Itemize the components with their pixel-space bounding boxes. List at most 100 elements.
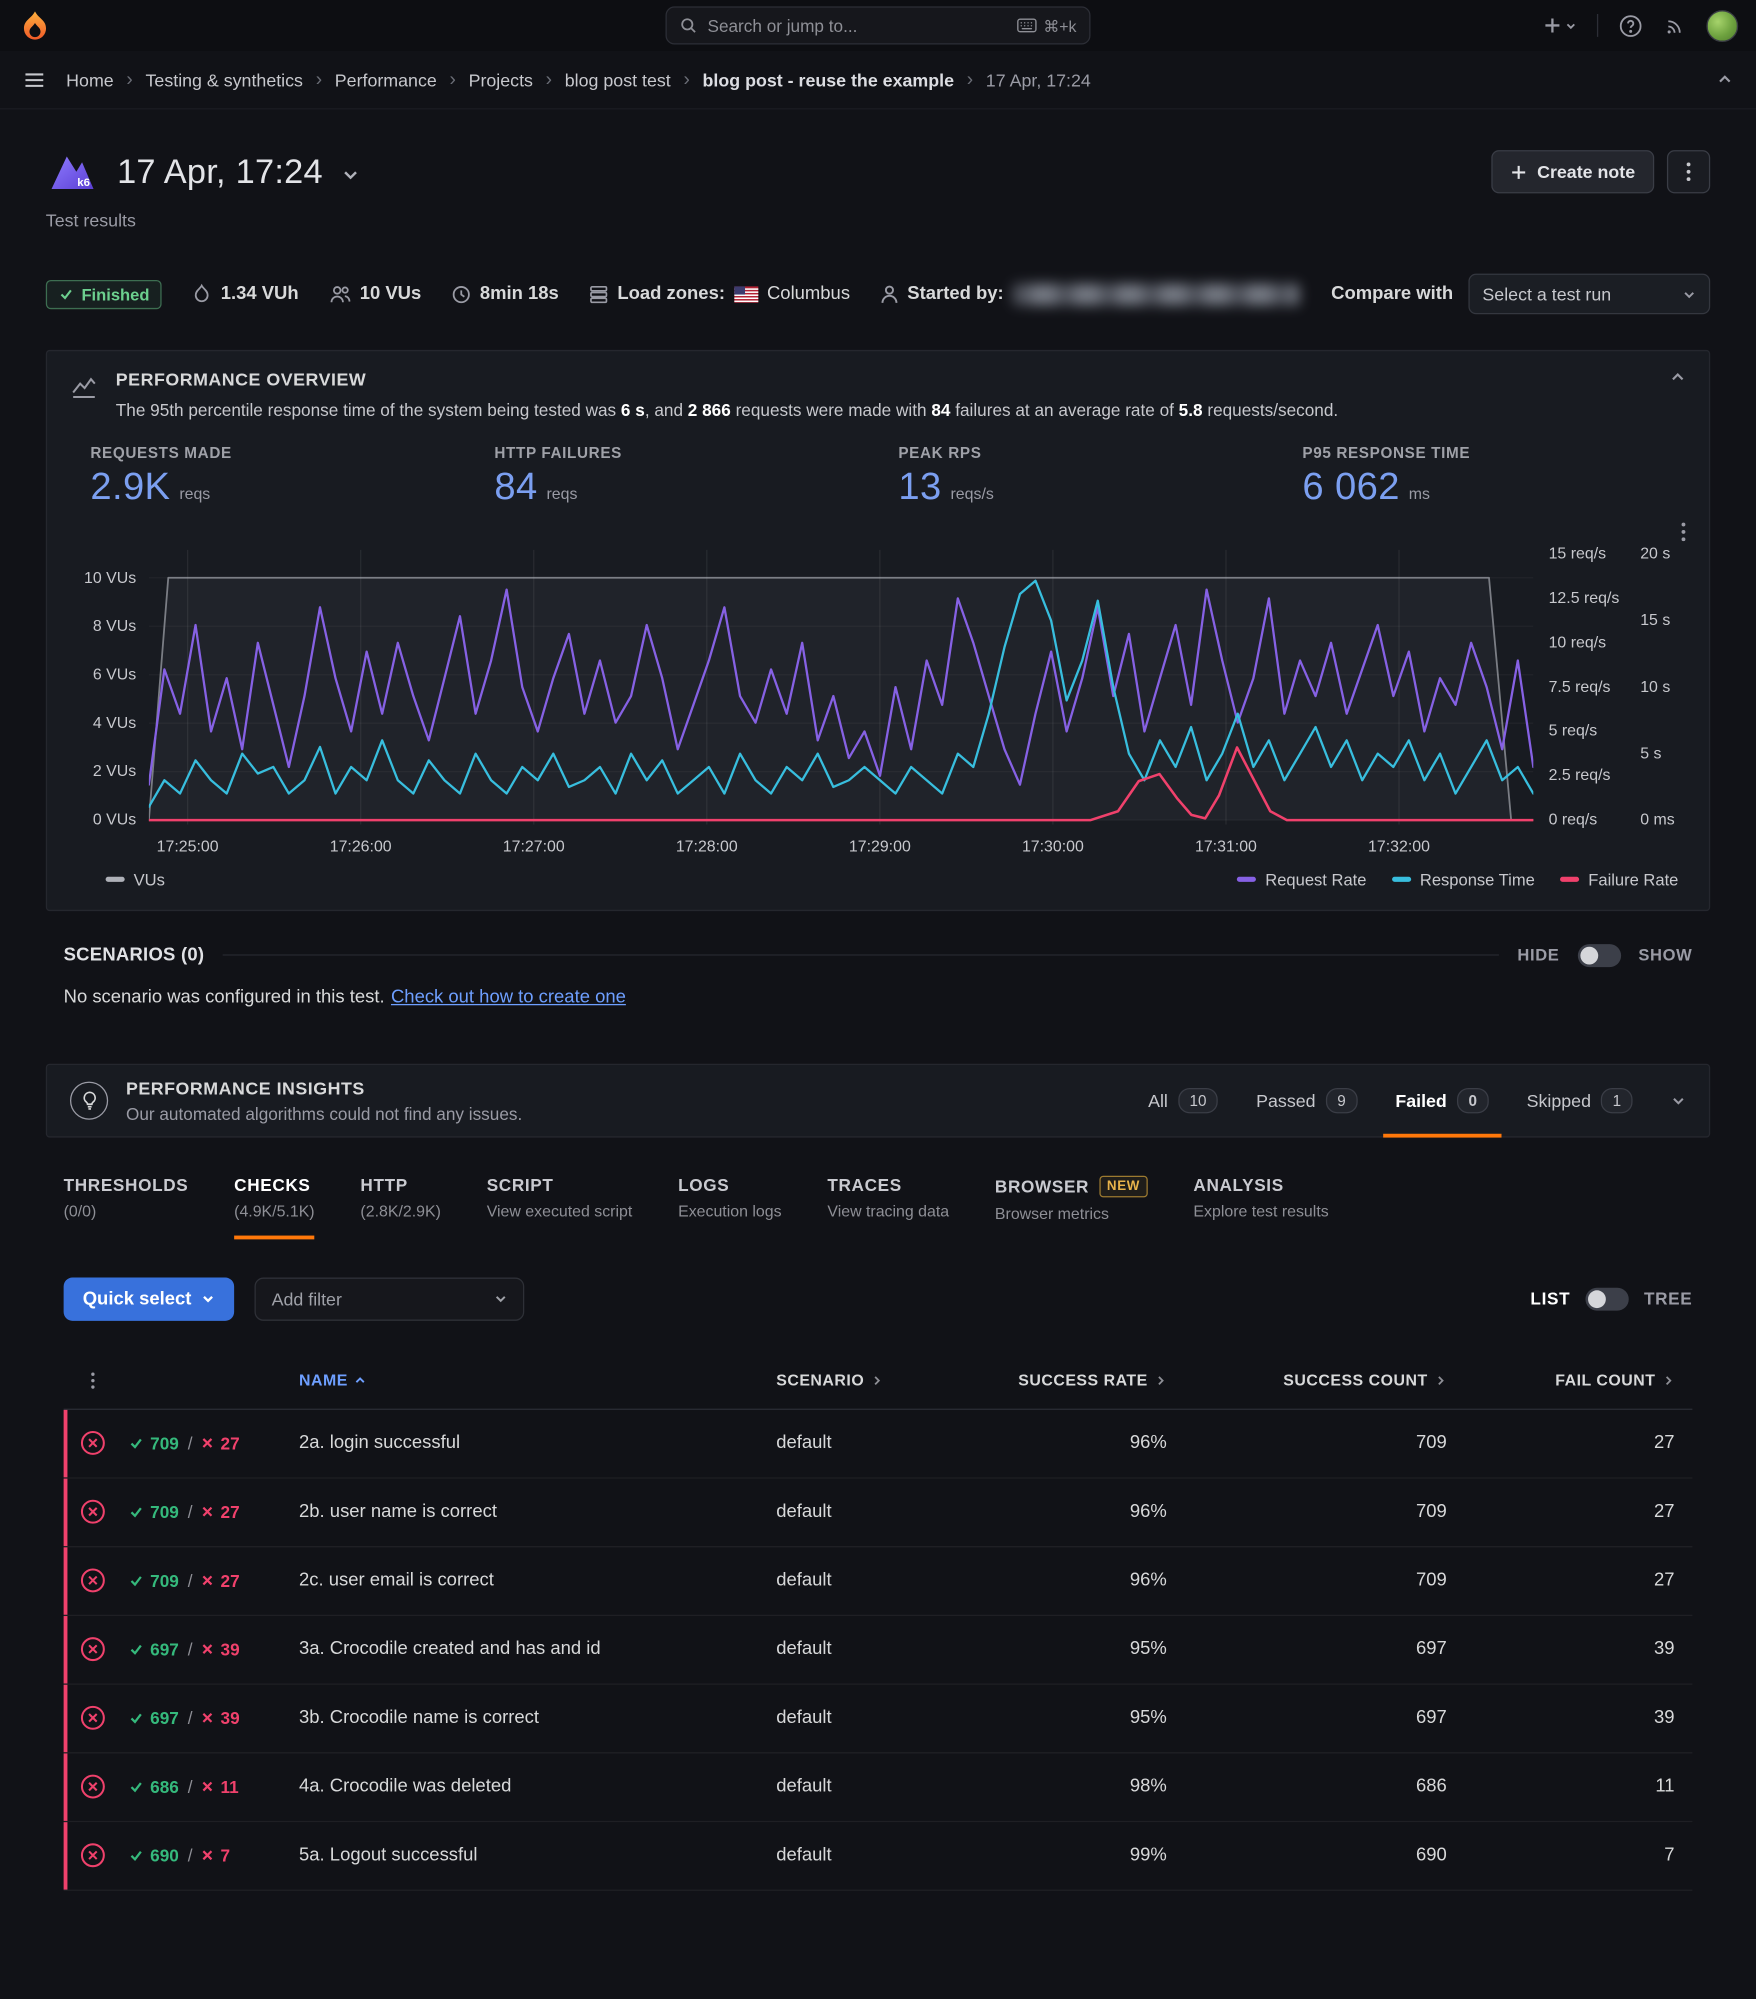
- user-avatar[interactable]: [1706, 10, 1738, 42]
- kebab-icon: [90, 1372, 95, 1390]
- tab-http[interactable]: HTTP(2.8K/2.9K): [360, 1175, 440, 1239]
- breadcrumb-item-testing[interactable]: Testing & synthetics: [146, 69, 303, 89]
- list-tree-toggle[interactable]: [1585, 1287, 1628, 1310]
- check-fail-count: 39: [1457, 1708, 1692, 1728]
- tree-view-label[interactable]: TREE: [1644, 1289, 1692, 1308]
- column-header-success-rate[interactable]: SUCCESS RATE: [999, 1372, 1177, 1390]
- stat-http-failures: HTTP FAILURES 84reqs: [474, 444, 878, 509]
- table-row[interactable]: 697 / 39 3a. Crocodile created and has a…: [64, 1615, 1693, 1684]
- table-row[interactable]: 686 / 11 4a. Crocodile was deleted defau…: [64, 1753, 1693, 1822]
- breadcrumb-separator: ›: [683, 69, 689, 91]
- insights-filter-passed[interactable]: Passed9: [1254, 1077, 1360, 1123]
- clock-icon: [452, 284, 471, 303]
- chart-legend: VUs Request Rate Response Time: [70, 870, 1686, 892]
- overview-stats: REQUESTS MADE 2.9Kreqs HTTP FAILURES 84r…: [70, 444, 1686, 509]
- y-axis-rps: 15 req/s12.5 req/s10 req/s7.5 req/s5 req…: [1533, 549, 1632, 824]
- started-by: Started by:: [881, 283, 1299, 305]
- legend-response-time[interactable]: Response Time: [1392, 870, 1535, 889]
- x-axis-time: 17:25:0017:26:0017:27:0017:28:0017:29:00…: [149, 834, 1533, 865]
- breadcrumb-item-test[interactable]: blog post - reuse the example: [703, 69, 954, 89]
- list-view-label[interactable]: LIST: [1530, 1289, 1570, 1308]
- check-scenario: default: [763, 1433, 998, 1453]
- tab-analysis[interactable]: ANALYSISExplore test results: [1193, 1175, 1328, 1239]
- global-search[interactable]: ⌘+k: [665, 6, 1090, 44]
- legend-request-rate[interactable]: Request Rate: [1237, 870, 1366, 889]
- page-subtitle: Test results: [46, 210, 1710, 230]
- grafana-logo[interactable]: [18, 8, 52, 42]
- scenarios-show-label[interactable]: SHOW: [1638, 946, 1692, 965]
- vuh-metric: 1.34 VUh: [193, 284, 299, 304]
- chevron-down-icon: [202, 1292, 216, 1306]
- check-icon: [59, 286, 74, 301]
- legend-failure-rate[interactable]: Failure Rate: [1560, 870, 1678, 889]
- compare-test-run-select[interactable]: Select a test run: [1468, 274, 1710, 315]
- topbar-divider: [1597, 14, 1598, 37]
- chart-menu-button[interactable]: [1681, 521, 1686, 541]
- tab-traces[interactable]: TRACESView tracing data: [827, 1175, 949, 1239]
- add-filter-select[interactable]: Add filter: [255, 1277, 525, 1320]
- check-scenario: default: [763, 1776, 998, 1796]
- table-row[interactable]: 697 / 39 3b. Crocodile name is correct d…: [64, 1684, 1693, 1753]
- table-header: NAME SCENARIO SUCCESS RATE SUCCESS COUNT…: [64, 1353, 1693, 1409]
- quick-select-button[interactable]: Quick select: [64, 1277, 235, 1320]
- insights-expand-button[interactable]: [1671, 1092, 1686, 1107]
- table-row[interactable]: 709 / 27 2b. user name is correct defaul…: [64, 1478, 1693, 1547]
- news-feed-button[interactable]: [1663, 14, 1686, 37]
- add-menu-button[interactable]: [1543, 17, 1576, 35]
- fail-indicator-bar: [64, 1409, 68, 1476]
- insights-filter-failed[interactable]: Failed0: [1393, 1077, 1491, 1123]
- column-header-success-count[interactable]: SUCCESS COUNT: [1177, 1372, 1457, 1390]
- help-button[interactable]: [1619, 13, 1643, 37]
- breadcrumb-item-projects[interactable]: Projects: [469, 69, 533, 89]
- collapse-panel-button[interactable]: [1669, 369, 1686, 423]
- check-success-rate: 98%: [999, 1776, 1177, 1796]
- breadcrumb-item-home[interactable]: Home: [66, 69, 114, 89]
- legend-vus[interactable]: VUs: [106, 870, 165, 889]
- fail-indicator-bar: [64, 1547, 68, 1614]
- create-scenario-link[interactable]: Check out how to create one: [391, 987, 626, 1007]
- tab-checks[interactable]: CHECKS(4.9K/5.1K): [234, 1175, 314, 1239]
- menu-toggle-button[interactable]: [23, 68, 46, 91]
- breadcrumb-item-project[interactable]: blog post test: [565, 69, 671, 89]
- tab-logs[interactable]: LOGSExecution logs: [678, 1175, 781, 1239]
- fail-circle-icon: [64, 1498, 121, 1526]
- column-header-name[interactable]: NAME: [286, 1372, 763, 1390]
- title-dropdown-button[interactable]: [341, 165, 360, 184]
- breadcrumb-separator: ›: [967, 69, 973, 91]
- more-actions-button[interactable]: [1667, 150, 1710, 193]
- check-fail-count: 27: [1457, 1570, 1692, 1590]
- table-row[interactable]: 709 / 27 2a. login successful default 96…: [64, 1409, 1693, 1478]
- table-row[interactable]: 709 / 27 2c. user email is correct defau…: [64, 1547, 1693, 1616]
- insights-filter-all[interactable]: All10: [1146, 1077, 1221, 1123]
- column-header-fail-count[interactable]: FAIL COUNT: [1457, 1372, 1692, 1390]
- breadcrumb-current: 17 Apr, 17:24: [986, 69, 1091, 89]
- table-menu-button[interactable]: [64, 1372, 121, 1390]
- scenarios-hide-label[interactable]: HIDE: [1517, 946, 1559, 965]
- load-zone-value: Columbus: [767, 284, 850, 304]
- collapse-header-button[interactable]: [1717, 71, 1734, 88]
- count-badge: 9: [1326, 1087, 1357, 1112]
- check-scenario: default: [763, 1502, 998, 1522]
- tab-browser[interactable]: BROWSERNEW Browser metrics: [995, 1175, 1148, 1239]
- top-nav-bar: ⌘+k: [0, 0, 1756, 51]
- scenarios-toggle[interactable]: [1577, 944, 1620, 967]
- breadcrumb-item-performance[interactable]: Performance: [335, 69, 437, 89]
- check-icon: [129, 1435, 144, 1450]
- count-badge: 10: [1178, 1087, 1218, 1112]
- check-fail-count: 27: [1457, 1433, 1692, 1453]
- check-success-rate: 96%: [999, 1570, 1177, 1590]
- tab-script[interactable]: SCRIPTView executed script: [487, 1175, 633, 1239]
- check-success-rate: 99%: [999, 1845, 1177, 1865]
- rss-icon: [1663, 14, 1686, 37]
- create-note-button[interactable]: Create note: [1491, 150, 1654, 193]
- insights-filter-skipped[interactable]: Skipped1: [1524, 1077, 1635, 1123]
- kebab-icon: [1686, 162, 1691, 182]
- load-zones: Load zones: Columbus: [589, 284, 850, 304]
- tab-thresholds[interactable]: THRESHOLDS(0/0): [64, 1175, 189, 1239]
- column-header-scenario[interactable]: SCENARIO: [763, 1372, 998, 1390]
- search-input[interactable]: [707, 16, 1006, 35]
- check-scenario: default: [763, 1708, 998, 1728]
- check-success-count: 709: [1177, 1502, 1457, 1522]
- table-row[interactable]: 690 / 7 5a. Logout successful default 99…: [64, 1822, 1693, 1891]
- vus-metric: 10 VUs: [329, 284, 421, 304]
